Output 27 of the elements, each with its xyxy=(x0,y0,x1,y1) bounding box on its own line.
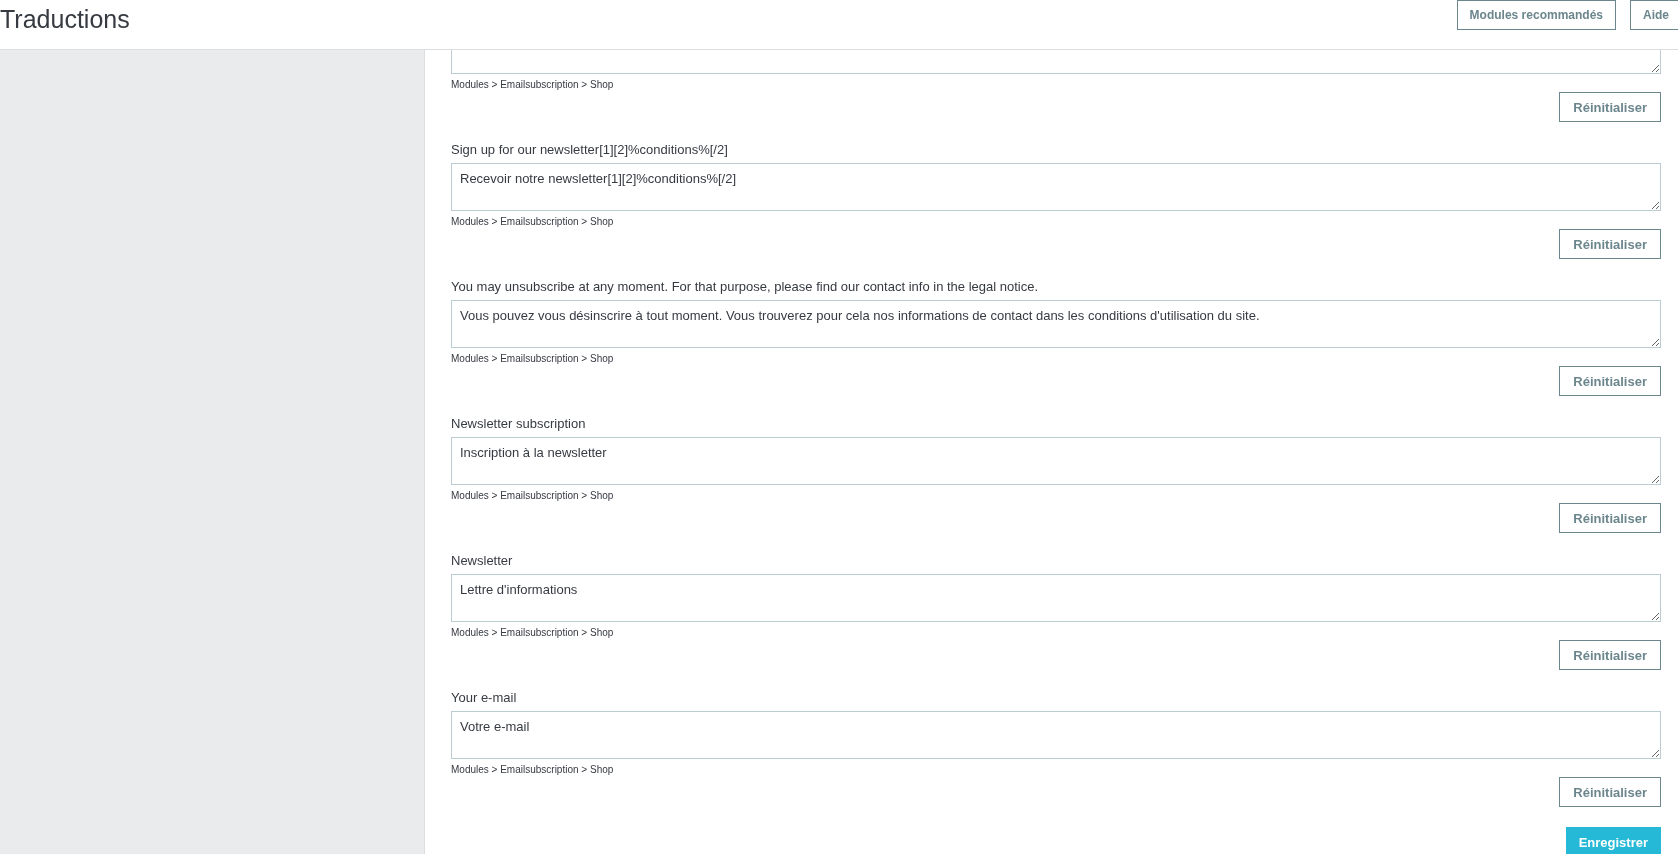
header-button[interactable]: Modules recommandés xyxy=(1456,0,1616,30)
source-text: Newsletter xyxy=(451,553,514,569)
reset-button[interactable]: Réinitialiser xyxy=(1559,640,1661,670)
translation-field[interactable] xyxy=(451,50,1661,74)
source-text: You may unsubscribe at any moment. For that purpose, please find our contact info in the legal notice. xyxy=(451,279,1040,295)
translation-field[interactable]: Recevoir notre newsletter[1][2]%conditions%[/2] xyxy=(451,163,1661,211)
breadcrumb-text: Modules > Emailsubscription > Shop xyxy=(451,78,615,91)
translation-field[interactable]: Votre e-mail xyxy=(451,711,1661,759)
translation-field[interactable]: Lettre d'informations xyxy=(451,574,1661,622)
header-button[interactable]: Aide xyxy=(1630,0,1678,30)
breadcrumb-text: Modules > Emailsubscription > Shop xyxy=(451,626,615,639)
reset-button[interactable]: Réinitialiser xyxy=(1559,503,1661,533)
reset-button[interactable]: Réinitialiser xyxy=(1559,366,1661,396)
reset-button[interactable]: Réinitialiser xyxy=(1559,777,1661,807)
reset-button[interactable]: Réinitialiser xyxy=(1559,92,1661,122)
breadcrumb-text: Modules > Emailsubscription > Shop xyxy=(451,489,615,502)
translation-field[interactable]: Vous pouvez vous désinscrire à tout moment. Vous trouverez pour cela nos informations de contact dans les conditions d'utilisation du site. xyxy=(451,300,1661,348)
source-text: Newsletter subscription xyxy=(451,416,587,432)
reset-button[interactable]: Réinitialiser xyxy=(1559,229,1661,259)
breadcrumb-text: Modules > Emailsubscription > Shop xyxy=(451,215,615,228)
translation-field[interactable]: Inscription à la newsletter xyxy=(451,437,1661,485)
source-text: Sign up for our newsletter[1][2]%conditions%[/2] xyxy=(451,142,729,158)
source-text: Your e-mail xyxy=(451,690,518,706)
page-title: Traductions xyxy=(0,4,130,34)
breadcrumb-text: Modules > Emailsubscription > Shop xyxy=(451,763,615,776)
save-button[interactable]: Enregistrer xyxy=(1565,827,1661,854)
breadcrumb-text: Modules > Emailsubscription > Shop xyxy=(451,352,615,365)
